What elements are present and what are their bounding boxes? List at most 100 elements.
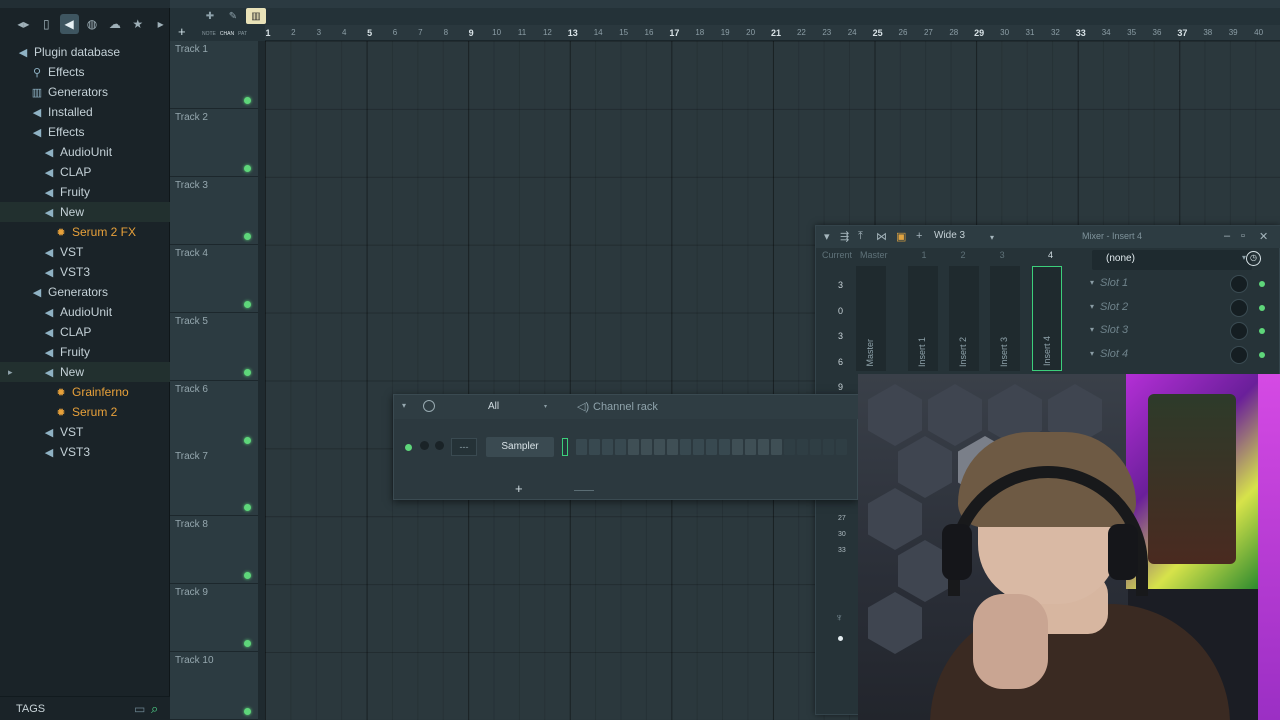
tree-item[interactable]: ◀ AudioUnit xyxy=(0,302,170,322)
route-icon[interactable]: ⇶ xyxy=(840,230,849,243)
step-button[interactable] xyxy=(823,439,834,455)
tree-item[interactable]: ◀ Plugin database xyxy=(0,42,170,62)
draw-icon[interactable]: ✎ xyxy=(223,8,243,24)
star-icon[interactable]: ★ xyxy=(128,14,147,34)
more-icon[interactable]: ▸ xyxy=(151,14,170,34)
tree-item[interactable]: ◀ Fruity xyxy=(0,182,170,202)
track-header[interactable]: Track 6 xyxy=(170,380,258,449)
slot-dropdown-icon[interactable]: ▾ xyxy=(1090,278,1094,287)
step-button[interactable] xyxy=(654,439,665,455)
step-button[interactable] xyxy=(667,439,678,455)
plugin-icon[interactable]: ◀ xyxy=(59,14,79,34)
track-mute-led[interactable] xyxy=(244,572,251,580)
track-header[interactable]: Track 4 xyxy=(170,244,258,313)
mixer-strip[interactable]: Master xyxy=(856,266,886,371)
add-channel-button[interactable]: + xyxy=(515,481,523,496)
tree-item[interactable]: ◀ Effects xyxy=(0,122,170,142)
mixer-route-box[interactable]: --- xyxy=(451,438,477,456)
mixer-tab[interactable]: 2 xyxy=(961,250,966,260)
step-button[interactable] xyxy=(576,439,587,455)
step-button[interactable] xyxy=(732,439,743,455)
chevron-down-icon[interactable]: ▾ xyxy=(544,403,547,410)
settings-icon[interactable] xyxy=(423,400,435,412)
preset-dropdown-icon[interactable]: ▾ xyxy=(990,233,994,242)
mic-icon[interactable]: ♆ xyxy=(835,612,843,624)
track-mute-led[interactable] xyxy=(244,436,251,444)
menu-arrow-icon[interactable]: ▾ xyxy=(824,230,830,243)
mode-chan[interactable]: CHAN xyxy=(220,31,234,37)
scrollbar[interactable] xyxy=(574,490,594,491)
cloud-icon[interactable]: ☁ xyxy=(105,14,124,34)
close-icon[interactable]: ✕ xyxy=(1259,230,1268,243)
channel-mute-led[interactable] xyxy=(405,444,412,451)
track-header[interactable]: Track 7 xyxy=(170,448,258,517)
mixer-preset[interactable]: Wide 3 xyxy=(934,230,965,241)
add-icon[interactable]: + xyxy=(916,230,922,242)
channel-name-button[interactable]: Sampler xyxy=(486,437,554,457)
step-button[interactable] xyxy=(810,439,821,455)
slot-enable-led[interactable] xyxy=(1259,351,1265,358)
track-header[interactable]: Track 5 xyxy=(170,312,258,381)
tree-item[interactable]: ✹ Grainferno xyxy=(0,382,170,402)
clock-icon[interactable]: ◷ xyxy=(1246,251,1261,266)
track-header[interactable]: Track 9 xyxy=(170,584,258,653)
mixer-tab[interactable]: Current xyxy=(822,250,852,260)
minimize-icon[interactable]: – xyxy=(1224,230,1230,242)
effect-slot[interactable]: ▾ Slot 3 xyxy=(1086,321,1276,343)
slot-dropdown-icon[interactable]: ▾ xyxy=(1090,349,1094,358)
step-button[interactable] xyxy=(836,439,847,455)
pattern-icon[interactable]: ▥ xyxy=(246,8,266,24)
mixer-titlebar[interactable]: ▾ ⇶ ⤒ ⋈ ▣ + Wide 3 ▾ Mixer - Insert 4 – … xyxy=(816,226,1280,248)
track-mute-led[interactable] xyxy=(244,232,251,240)
step-button[interactable] xyxy=(602,439,613,455)
collapse-icon[interactable]: ▾ xyxy=(402,401,406,410)
tree-item[interactable]: ◀ VST xyxy=(0,422,170,442)
channel-filter[interactable]: All xyxy=(488,401,499,412)
search-icon[interactable]: ⌕ xyxy=(151,701,158,717)
slot-mix-knob[interactable] xyxy=(1230,298,1248,317)
tags-label[interactable]: TAGS xyxy=(16,703,45,715)
track-header[interactable]: Track 2 xyxy=(170,108,258,177)
snap-icon[interactable]: ✚ xyxy=(200,8,220,24)
tree-item[interactable]: ◀ VST3 xyxy=(0,262,170,282)
step-button[interactable] xyxy=(784,439,795,455)
slot-mix-knob[interactable] xyxy=(1230,322,1248,341)
tree-item[interactable]: ◀ CLAP xyxy=(0,322,170,342)
globe-icon[interactable]: ◍ xyxy=(83,14,102,34)
tree-item[interactable]: ▥ Generators xyxy=(0,82,170,102)
step-button[interactable] xyxy=(693,439,704,455)
tree-item[interactable]: ▸ ◀ New xyxy=(0,362,170,382)
track-mute-led[interactable] xyxy=(244,368,251,376)
pin-icon[interactable]: ⤒ xyxy=(858,230,863,243)
mixer-strip[interactable]: Insert 4 xyxy=(1032,266,1062,371)
tree-item[interactable]: ◀ VST3 xyxy=(0,442,170,462)
mixer-tab[interactable]: 3 xyxy=(1000,250,1005,260)
slot-mix-knob[interactable] xyxy=(1230,275,1248,293)
tree-item[interactable]: ◀ VST xyxy=(0,242,170,262)
track-mute-led[interactable] xyxy=(244,300,251,308)
slot-dropdown-icon[interactable]: ▾ xyxy=(1090,325,1094,334)
volume-knob[interactable] xyxy=(435,441,444,450)
track-mute-led[interactable] xyxy=(244,504,251,512)
back-forward-icon[interactable]: ◂▸ xyxy=(14,14,33,34)
track-mute-led[interactable] xyxy=(244,164,251,172)
link-icon[interactable]: ⋈ xyxy=(876,230,887,243)
step-button[interactable] xyxy=(628,439,639,455)
tree-item[interactable]: ◀ Fruity xyxy=(0,342,170,362)
effect-slot[interactable]: ▾ Slot 2 xyxy=(1086,298,1276,320)
file-icon[interactable]: ▯ xyxy=(37,14,56,34)
channel-select-indicator[interactable] xyxy=(562,438,568,456)
effect-slot[interactable]: ▾ Slot 1 xyxy=(1086,274,1276,296)
maximize-icon[interactable]: ▫ xyxy=(1241,230,1245,242)
effect-slot[interactable]: ▾ Slot 4 xyxy=(1086,345,1276,367)
tree-item[interactable]: ◀ Generators xyxy=(0,282,170,302)
mixer-strip[interactable]: Insert 1 xyxy=(908,266,938,371)
slot-enable-led[interactable] xyxy=(1259,328,1265,335)
tree-item[interactable]: ✹ Serum 2 FX xyxy=(0,222,170,242)
slot-enable-led[interactable] xyxy=(1259,281,1265,287)
track-header[interactable]: Track 10 xyxy=(170,652,258,720)
track-header[interactable]: Track 8 xyxy=(170,516,258,585)
step-button[interactable] xyxy=(706,439,717,455)
step-button[interactable] xyxy=(615,439,626,455)
slot-dropdown-icon[interactable]: ▾ xyxy=(1090,302,1094,311)
